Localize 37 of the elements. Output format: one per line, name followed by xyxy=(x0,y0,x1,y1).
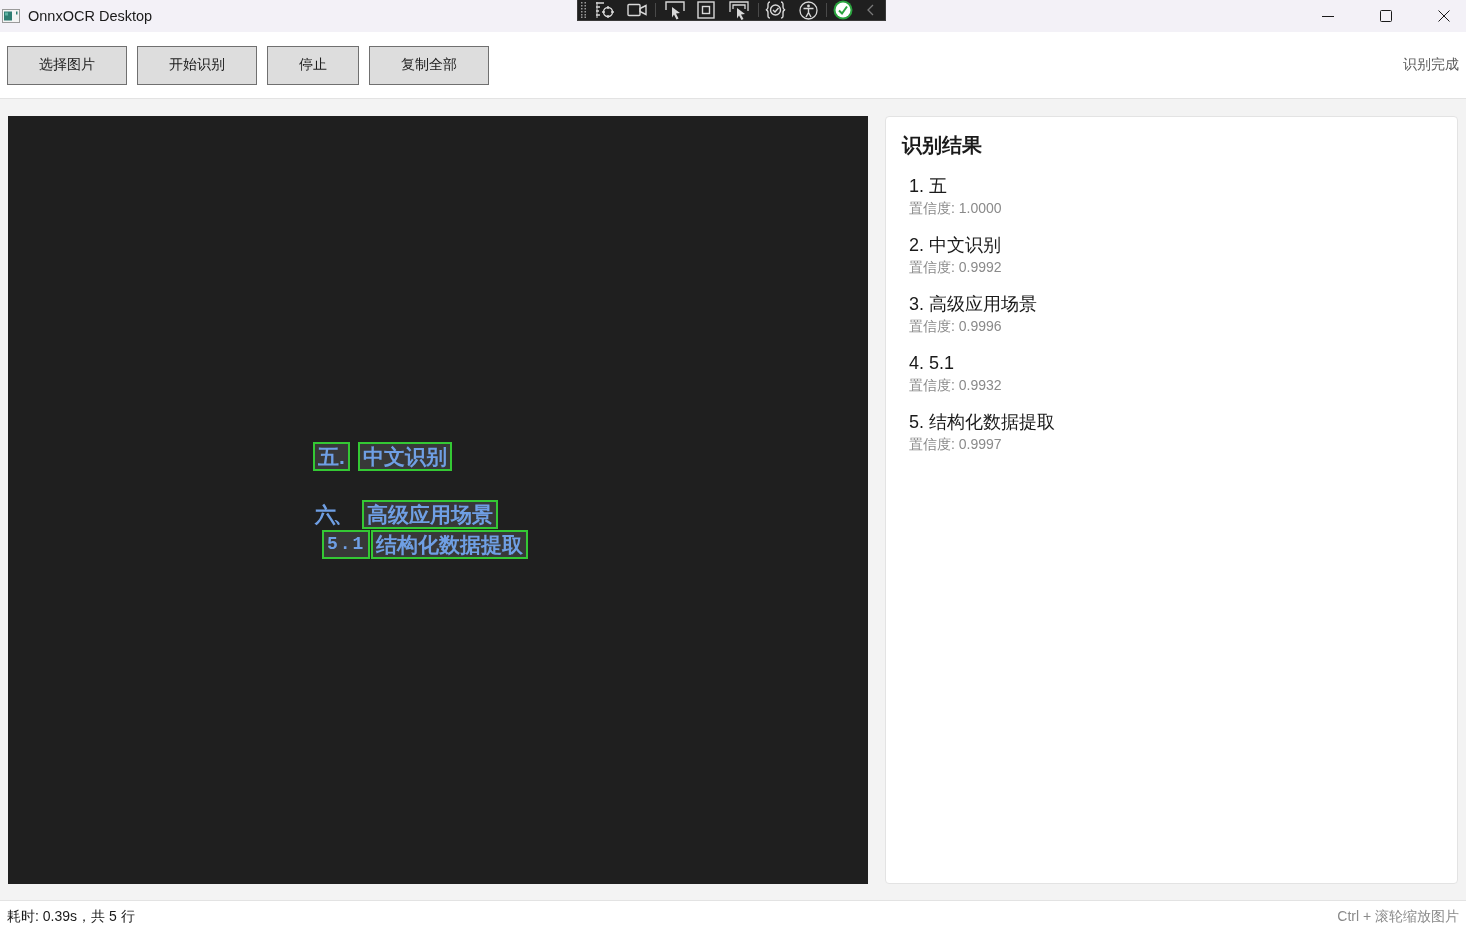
result-text: 3. 高级应用场景 xyxy=(909,293,1037,316)
zoom-hint: Ctrl + 滚轮缩放图片 xyxy=(1337,907,1459,926)
grip-icon[interactable] xyxy=(581,2,586,18)
confidence-text: 置信度: 1.0000 xyxy=(909,199,1002,218)
detection-box: 高级应用场景 xyxy=(362,500,498,529)
result-text: 4. 5.1 xyxy=(909,352,955,375)
confidence-text: 置信度: 0.9996 xyxy=(909,317,1002,336)
detection-box: 5.1 xyxy=(322,530,371,559)
maximize-icon[interactable] xyxy=(1380,10,1392,22)
toolbar-button[interactable]: 停止 xyxy=(267,45,359,85)
toolbar-button[interactable]: 开始识别 xyxy=(137,45,257,85)
detection-box: 中文识别 xyxy=(357,442,452,471)
toolbar-button[interactable]: 选择图片 xyxy=(7,45,127,85)
result-text: 1. 五 xyxy=(909,175,947,198)
result-text: 5. 结构化数据提取 xyxy=(909,411,1055,434)
confidence-text: 置信度: 0.9997 xyxy=(909,435,1002,454)
detection-box: 结构化数据提取 xyxy=(371,530,529,559)
toolbar-button[interactable]: 复制全部 xyxy=(369,45,489,85)
confidence-text: 置信度: 0.9992 xyxy=(909,258,1002,277)
square-frame-icon[interactable] xyxy=(697,1,715,19)
video-camera-icon[interactable] xyxy=(627,3,647,17)
chevron-left-icon[interactable] xyxy=(867,4,874,16)
braces-check-icon[interactable] xyxy=(765,1,786,19)
cursor-select-icon[interactable] xyxy=(665,0,685,20)
check-circle-icon[interactable] xyxy=(833,0,853,20)
close-icon[interactable] xyxy=(1438,10,1450,22)
accessibility-icon[interactable] xyxy=(799,0,818,20)
timing-text: 耗时: 0.39s，共 5 行 xyxy=(7,907,135,926)
cursor-frame-icon[interactable] xyxy=(729,0,749,20)
list-target-icon[interactable] xyxy=(595,1,615,19)
window-title: OnnxOCR Desktop xyxy=(28,8,153,24)
image-text: 六、 xyxy=(313,502,352,528)
result-text: 2. 中文识别 xyxy=(909,234,1001,257)
results-title: 识别结果 xyxy=(902,133,982,158)
status-text: 识别完成 xyxy=(1403,56,1459,74)
confidence-text: 置信度: 0.9932 xyxy=(909,376,1002,395)
detection-box: 五. xyxy=(313,442,350,471)
